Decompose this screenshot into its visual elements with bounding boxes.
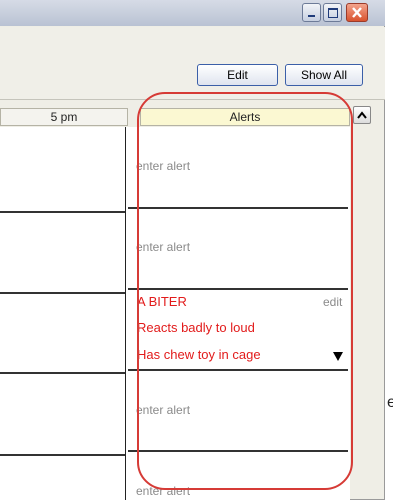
- alert-row-divider: [128, 450, 348, 452]
- row-divider: [0, 292, 125, 294]
- alert-input[interactable]: enter alert: [136, 240, 190, 254]
- edit-button[interactable]: Edit: [197, 64, 278, 86]
- column-header-5pm: 5 pm: [0, 108, 128, 126]
- minimize-icon: [308, 15, 315, 17]
- column-divider: [125, 127, 126, 500]
- alert-line: Reacts badly to loud: [137, 320, 255, 335]
- alert-line: A BITER: [137, 294, 187, 309]
- row-divider: [0, 454, 125, 456]
- chevron-up-icon: [357, 111, 367, 119]
- side-text: e: [387, 394, 393, 411]
- close-button[interactable]: [346, 3, 368, 22]
- row-divider: [0, 372, 125, 374]
- minimize-button[interactable]: [302, 3, 321, 22]
- close-icon: [352, 7, 362, 18]
- alert-row-divider: [128, 288, 348, 290]
- alert-edit-link[interactable]: edit: [323, 295, 342, 309]
- alert-input[interactable]: enter alert: [136, 159, 190, 173]
- alert-row-divider: [128, 369, 348, 371]
- app-window: Edit Show All 5 pm Alerts enter alert en…: [0, 0, 385, 500]
- column-header-alerts: Alerts: [140, 108, 350, 126]
- show-all-button[interactable]: Show All: [285, 64, 363, 86]
- dropdown-arrow-icon[interactable]: [333, 351, 343, 361]
- maximize-icon: [328, 8, 338, 18]
- title-bar: [0, 0, 385, 26]
- alert-row-divider: [128, 207, 348, 209]
- alert-input[interactable]: enter alert: [136, 484, 190, 498]
- alert-input[interactable]: enter alert: [136, 403, 190, 417]
- alert-line: Has chew toy in cage: [137, 347, 261, 362]
- schedule-grid: [0, 127, 350, 500]
- row-divider: [0, 211, 125, 213]
- maximize-button[interactable]: [323, 3, 342, 22]
- scroll-up-button[interactable]: [353, 106, 371, 124]
